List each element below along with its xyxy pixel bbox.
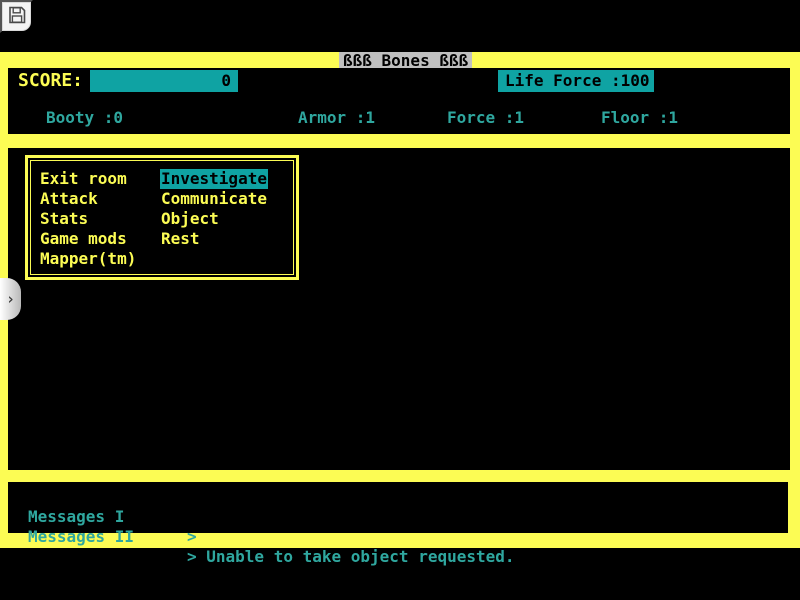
command-menu-left-column: Exit room Attack Stats Game mods Mapper(…: [40, 169, 136, 269]
menu-item-rest[interactable]: Rest: [161, 229, 268, 249]
sidebar-expander-tab[interactable]: ›: [0, 278, 21, 320]
life-force-bar: Life Force :100: [498, 70, 654, 92]
stat-armor: Armor :1: [298, 109, 375, 127]
command-menu: Exit room Attack Stats Game mods Mapper(…: [25, 155, 299, 280]
message-text: > Unable to take object requested.: [187, 547, 515, 567]
status-panel: SCORE: 0 Life Force :100 Booty :0 Armor …: [8, 68, 790, 134]
command-menu-inner-border: Exit room Attack Stats Game mods Mapper(…: [30, 160, 294, 275]
floppy-disk-icon: [7, 5, 27, 28]
messages-panel: Messages I > Messages II > Unable to tak…: [8, 482, 788, 533]
menu-item-game-mods[interactable]: Game mods: [40, 229, 136, 249]
menu-item-exit-room[interactable]: Exit room: [40, 169, 136, 189]
message-text: >: [187, 527, 197, 547]
game-screen: ßßß Bones ßßß SCORE: 0 Life Force :100 B…: [0, 0, 800, 600]
score-bar: 0: [90, 70, 238, 92]
message-label: Messages II: [28, 527, 134, 547]
stat-floor: Floor :1: [601, 109, 678, 127]
chevron-right-icon: ›: [6, 292, 15, 307]
menu-item-investigate[interactable]: Investigate: [161, 169, 268, 189]
score-label: SCORE:: [18, 70, 83, 91]
window-title: ßßß Bones ßßß: [339, 52, 472, 68]
menu-item-attack[interactable]: Attack: [40, 189, 136, 209]
stat-booty: Booty :0: [46, 109, 123, 127]
stat-force: Force :1: [447, 109, 524, 127]
message-row-2: Messages II > Unable to take object requ…: [8, 507, 66, 527]
command-menu-right-column: Investigate Communicate Object Rest: [161, 169, 268, 249]
menu-item-stats[interactable]: Stats: [40, 209, 136, 229]
message-row-1: Messages I >: [8, 487, 66, 507]
menu-item-mapper[interactable]: Mapper(tm): [40, 249, 136, 269]
menu-item-object[interactable]: Object: [161, 209, 268, 229]
main-viewport: Exit room Attack Stats Game mods Mapper(…: [8, 148, 790, 470]
save-button[interactable]: [0, 0, 33, 33]
menu-item-communicate[interactable]: Communicate: [161, 189, 268, 209]
